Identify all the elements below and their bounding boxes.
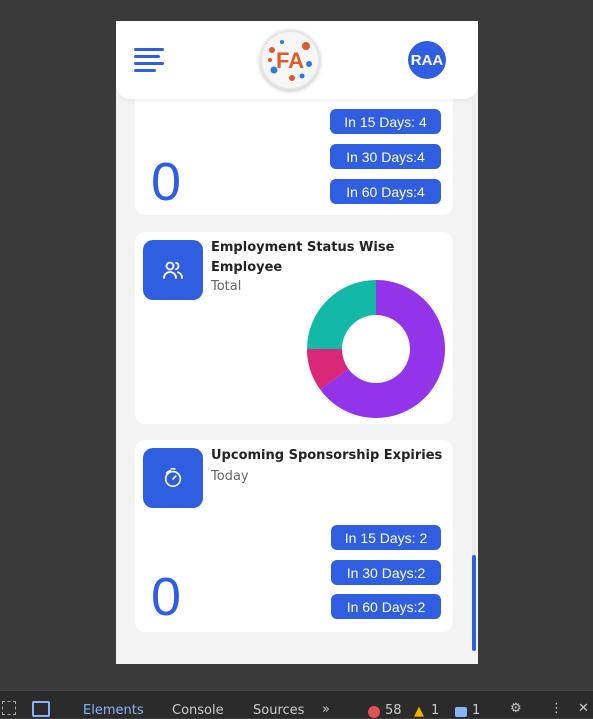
devtools-toolbar: Elements Console Sources » 58 ▲ 1 1 ⚙ ⋮ … [0,690,593,719]
device-toggle-icon[interactable] [32,701,50,717]
badge-60-days[interactable]: In 60 Days:4 [330,179,441,204]
tab-elements[interactable]: Elements [83,703,144,718]
user-avatar[interactable]: RAA [408,41,446,79]
users-icon [163,261,183,279]
settings-icon[interactable]: ⚙ [510,701,522,716]
expiry-count: 0 [151,152,182,212]
sponsorship-badge-30-days[interactable]: In 30 Days:2 [331,560,441,585]
card-title-line1: Employment Status Wise [211,240,395,255]
sponsorship-count: 0 [151,567,182,627]
app-header: FA RAA [116,21,478,99]
company-logo[interactable]: FA [260,30,320,90]
menu-icon[interactable] [134,48,164,72]
sponsorship-badge-60-days[interactable]: In 60 Days:2 [331,594,441,619]
employment-donut-chart[interactable] [306,279,446,419]
tab-console[interactable]: Console [172,703,224,718]
scrollbar-thumb[interactable] [472,555,476,651]
more-options-icon[interactable]: ⋮ [550,701,563,716]
sponsorship-expiries-card[interactable]: Upcoming Sponsorship Expiries Today 0 In… [135,440,453,632]
timer-icon-box [143,448,203,508]
sponsorship-badge-15-days[interactable]: In 15 Days: 2 [331,525,441,550]
info-count: 1 [472,703,481,718]
badge-15-days[interactable]: In 15 Days: 4 [330,109,441,134]
warning-count: 1 [431,703,440,718]
timer-icon [164,468,182,488]
close-icon[interactable]: ✕ [578,701,589,716]
users-icon-box [143,240,203,300]
expiry-summary-card: 0 In 15 Days: 4 In 30 Days:4 In 60 Days:… [135,91,453,215]
employment-status-card[interactable]: Employment Status Wise Employee Total [135,232,453,424]
logo-text: FA [276,48,304,73]
badge-30-days[interactable]: In 30 Days:4 [330,144,441,169]
sponsorship-subtitle: Today [211,469,249,484]
tab-sources[interactable]: Sources [253,703,304,718]
inspect-icon[interactable] [2,701,16,715]
mobile-viewport: FA RAA 0 In 15 Days: 4 In 30 Days:4 In 6… [116,21,478,664]
error-count: 58 [385,703,402,718]
sponsorship-title: Upcoming Sponsorship Expiries [211,448,443,463]
logo-icon: FA [268,40,312,81]
more-tabs-icon[interactable]: » [322,702,330,717]
error-icon[interactable] [368,706,380,718]
card-subtitle: Total [211,279,242,294]
card-title-line2: Employee [211,260,283,275]
info-icon[interactable] [455,707,467,717]
donut-slice-2[interactable] [307,280,376,349]
